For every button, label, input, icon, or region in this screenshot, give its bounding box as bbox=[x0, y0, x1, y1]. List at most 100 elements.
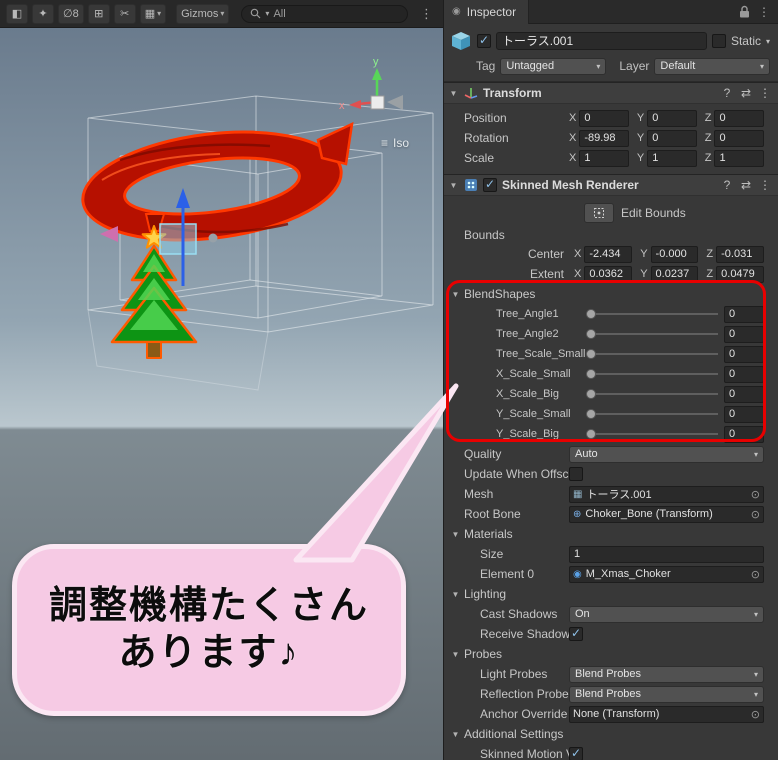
extent-y-field[interactable]: 0.0237 bbox=[650, 265, 699, 283]
cast-shadows-dropdown[interactable]: On ▾ bbox=[569, 605, 764, 623]
materials-foldout[interactable]: ▼ Materials bbox=[444, 524, 778, 544]
blendshape-value-field[interactable]: 0 bbox=[724, 425, 764, 443]
object-picker-icon[interactable]: ⊙ bbox=[751, 488, 760, 501]
camera-view-icon[interactable]: ▦ ▾ bbox=[139, 3, 167, 24]
blendshape-slider[interactable] bbox=[586, 307, 718, 321]
blendshape-value-field[interactable]: 0 bbox=[724, 305, 764, 323]
hidden-objects-icon[interactable]: ∅8 bbox=[58, 3, 84, 24]
scale-x-field[interactable]: 1 bbox=[579, 149, 629, 167]
gizmo-x-arrow-icon[interactable] bbox=[349, 100, 361, 109]
more-menu-icon[interactable]: ⋮ bbox=[416, 6, 437, 22]
object-picker-icon[interactable]: ⊙ bbox=[751, 708, 760, 721]
extent-z-field[interactable]: 0.0479 bbox=[716, 265, 764, 283]
position-z-field[interactable]: 0 bbox=[714, 109, 765, 127]
foldout-arrow-icon[interactable]: ▼ bbox=[448, 89, 459, 98]
update-offscreen-checkbox[interactable]: ✓ bbox=[569, 467, 583, 481]
lock-icon[interactable] bbox=[739, 5, 750, 18]
slider-knob[interactable] bbox=[586, 369, 596, 379]
edit-bounds-button[interactable] bbox=[584, 203, 614, 223]
receive-shadows-checkbox[interactable]: ✓ bbox=[569, 626, 583, 641]
root-bone-object-field[interactable]: ⊕ Choker_Bone (Transform) ⊙ bbox=[569, 505, 764, 523]
quality-dropdown[interactable]: Auto ▾ bbox=[569, 445, 764, 463]
slider-knob[interactable] bbox=[586, 309, 596, 319]
unity-editor: ◧ ✦ ∅8 ⊞ ✂ ▦ ▾ Gizmos ▾ ▾ All ⋮ y x ≡ Is… bbox=[0, 0, 778, 760]
y-axis-arrow-icon[interactable] bbox=[176, 188, 190, 208]
blendshape-slider[interactable] bbox=[586, 387, 718, 401]
position-x-field[interactable]: 0 bbox=[579, 109, 629, 127]
quality-value: Auto bbox=[575, 448, 598, 460]
presets-icon[interactable]: ⇄ bbox=[739, 86, 753, 100]
audio-icon[interactable]: ◧ bbox=[6, 3, 28, 24]
help-icon[interactable]: ? bbox=[720, 178, 734, 192]
gameobject-cube-icon[interactable] bbox=[450, 30, 472, 52]
root-bone-label: Root Bone bbox=[464, 507, 521, 521]
projection-mode[interactable]: ≡ Iso bbox=[381, 136, 409, 150]
element0-object-field[interactable]: ◉ M_Xmas_Choker ⊙ bbox=[569, 565, 764, 583]
reflection-probes-dropdown[interactable]: Blend Probes ▾ bbox=[569, 685, 764, 703]
search-value: All bbox=[273, 7, 286, 20]
slider-knob[interactable] bbox=[586, 329, 596, 339]
active-checkbox[interactable]: ✓ bbox=[477, 33, 491, 48]
additional-settings-foldout[interactable]: ▼ Additional Settings bbox=[444, 724, 778, 744]
slider-knob[interactable] bbox=[586, 349, 596, 359]
blendshape-value-field[interactable]: 0 bbox=[724, 405, 764, 423]
cut-tool-icon[interactable]: ✂ bbox=[113, 3, 136, 24]
help-icon[interactable]: ? bbox=[720, 86, 734, 100]
slider-knob[interactable] bbox=[586, 429, 596, 439]
rotation-x-field[interactable]: -89.98 bbox=[579, 129, 629, 147]
grid-icon[interactable]: ⊞ bbox=[87, 3, 110, 24]
presets-icon[interactable]: ⇄ bbox=[739, 178, 753, 192]
skinned-mesh-renderer-header[interactable]: ▼ ✓ Skinned Mesh Renderer ? ⇄ ⋮ bbox=[444, 174, 778, 196]
blendshape-slider[interactable] bbox=[586, 427, 718, 441]
gizmo-y-arrow-icon[interactable] bbox=[372, 68, 382, 80]
slider-knob[interactable] bbox=[586, 389, 596, 399]
blendshapes-foldout[interactable]: ▼ BlendShapes bbox=[444, 284, 778, 304]
layer-dropdown[interactable]: Default ▾ bbox=[654, 57, 770, 75]
anchor-override-field[interactable]: None (Transform) ⊙ bbox=[569, 705, 764, 723]
scale-y-field[interactable]: 1 bbox=[647, 149, 697, 167]
rotation-y-field[interactable]: 0 bbox=[647, 129, 697, 147]
probes-foldout[interactable]: ▼ Probes bbox=[444, 644, 778, 664]
blendshape-slider[interactable] bbox=[586, 407, 718, 421]
center-z-field[interactable]: -0.031 bbox=[716, 245, 764, 263]
object-picker-icon[interactable]: ⊙ bbox=[751, 508, 760, 521]
static-dropdown-icon[interactable]: ▾ bbox=[766, 37, 770, 46]
gizmo-z-cone-icon[interactable] bbox=[387, 95, 403, 110]
gizmos-dropdown[interactable]: Gizmos ▾ bbox=[176, 3, 230, 24]
skinned-motion-checkbox[interactable]: ✓ bbox=[569, 746, 583, 760]
mesh-object-field[interactable]: ▦ トーラス.001 ⊙ bbox=[569, 485, 764, 503]
blendshape-value-field[interactable]: 0 bbox=[724, 345, 764, 363]
center-x-field[interactable]: -2.434 bbox=[584, 245, 633, 263]
center-y-field[interactable]: -0.000 bbox=[650, 245, 699, 263]
effects-icon[interactable]: ✦ bbox=[32, 3, 54, 24]
blendshape-value-field[interactable]: 0 bbox=[724, 325, 764, 343]
more-menu-icon[interactable]: ⋮ bbox=[758, 178, 772, 192]
more-menu-icon[interactable]: ⋮ bbox=[758, 86, 772, 100]
static-checkbox[interactable]: ✓ bbox=[711, 34, 726, 48]
gizmo-cube-icon[interactable] bbox=[370, 95, 385, 110]
search-input[interactable]: ▾ All bbox=[241, 4, 408, 23]
orientation-gizmo[interactable]: y x bbox=[337, 54, 417, 134]
blendshape-value-field[interactable]: 0 bbox=[724, 385, 764, 403]
gameobject-name-field[interactable]: トーラス.001 bbox=[496, 32, 707, 50]
blendshape-slider[interactable] bbox=[586, 367, 718, 381]
component-enabled-checkbox[interactable]: ✓ bbox=[483, 177, 497, 192]
tag-dropdown[interactable]: Untagged ▾ bbox=[500, 57, 607, 75]
object-picker-icon[interactable]: ⊙ bbox=[751, 568, 760, 581]
inspector-menu-icon[interactable]: ⋮ bbox=[758, 5, 770, 19]
tab-inspector[interactable]: ◉ Inspector bbox=[444, 0, 530, 24]
rotation-z-field[interactable]: 0 bbox=[714, 129, 765, 147]
blendshape-value-field[interactable]: 0 bbox=[724, 365, 764, 383]
gizmo-sphere-icon[interactable] bbox=[208, 233, 218, 243]
position-y-field[interactable]: 0 bbox=[647, 109, 697, 127]
lighting-foldout[interactable]: ▼ Lighting bbox=[444, 584, 778, 604]
slider-knob[interactable] bbox=[586, 409, 596, 419]
extent-x-field[interactable]: 0.0362 bbox=[584, 265, 633, 283]
foldout-arrow-icon[interactable]: ▼ bbox=[448, 181, 459, 190]
materials-size-field[interactable]: 1 bbox=[569, 545, 764, 563]
transform-header[interactable]: ▼ Transform ? ⇄ ⋮ bbox=[444, 82, 778, 104]
light-probes-dropdown[interactable]: Blend Probes ▾ bbox=[569, 665, 764, 683]
blendshape-slider[interactable] bbox=[586, 327, 718, 341]
blendshape-slider[interactable] bbox=[586, 347, 718, 361]
scale-z-field[interactable]: 1 bbox=[714, 149, 765, 167]
